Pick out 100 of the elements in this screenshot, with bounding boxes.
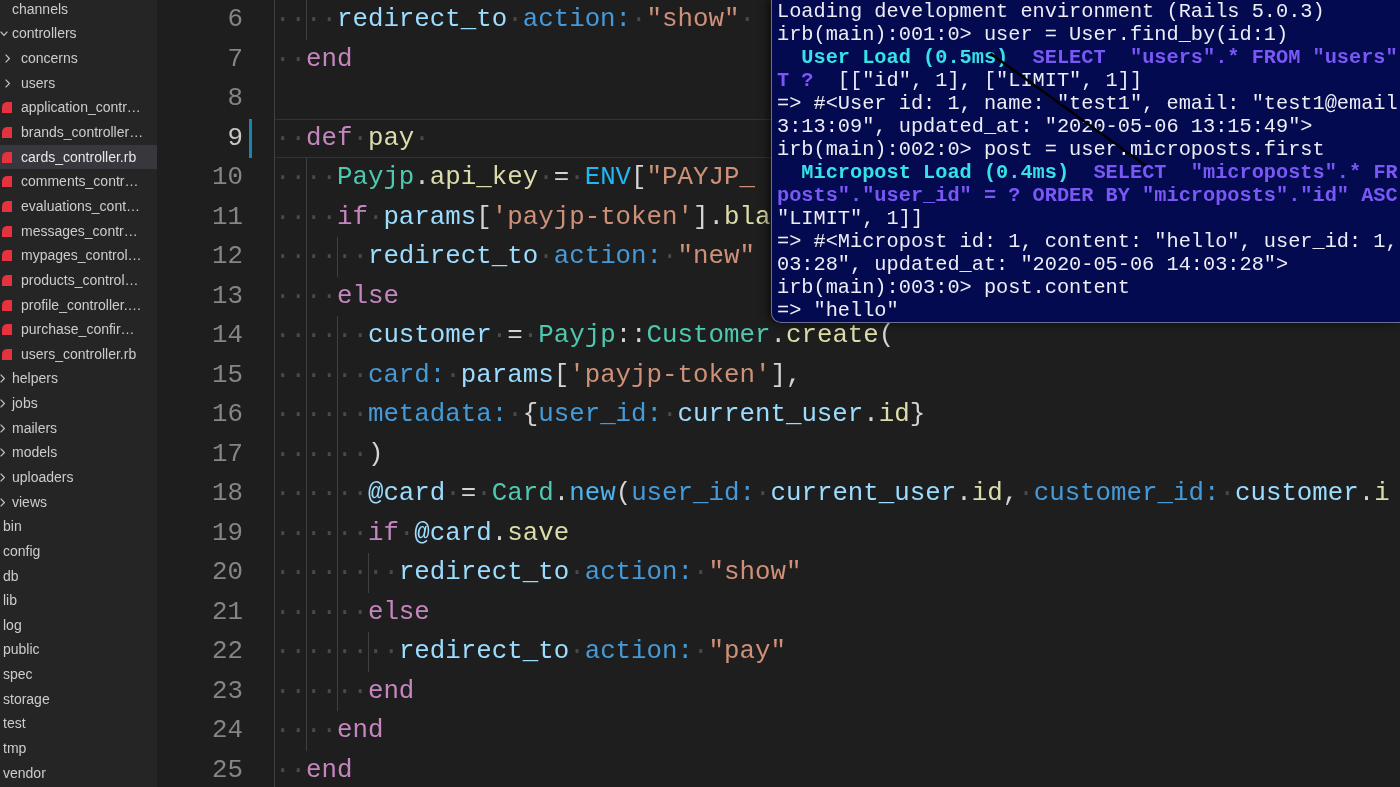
chevron-right-icon[interactable] — [5, 78, 10, 88]
line-number: 24 — [212, 715, 243, 747]
file-type-icon — [2, 299, 12, 311]
tree-item[interactable]: mailers — [0, 415, 157, 441]
tree-item[interactable]: evaluations_cont… — [0, 194, 157, 219]
code-line: ····Payjp.api_key·=·ENV["PAYJP_ — [275, 158, 755, 198]
line-number: 7 — [227, 43, 243, 76]
chevron-down-icon[interactable] — [0, 31, 8, 37]
code-line: ··def·pay· — [275, 122, 430, 155]
tree-item[interactable]: public — [0, 637, 157, 663]
terminal-line: 03:28", updated_at: "2020-05-06 14:03:28"> — [777, 253, 1289, 276]
file-type-icon — [2, 151, 12, 163]
tree-item[interactable]: controllers — [0, 21, 157, 47]
line-number: 21 — [212, 596, 243, 629]
code-line: ······metadata:·{user_id:·current_user.id} — [275, 395, 926, 435]
file-type-icon — [2, 200, 12, 212]
tree-item[interactable]: helpers — [0, 366, 157, 392]
file-type-icon — [2, 274, 12, 286]
tree-item[interactable]: jobs — [0, 391, 157, 416]
tree-item[interactable]: users — [0, 70, 157, 96]
file-type-icon — [2, 348, 12, 360]
code-line: ······if·@card.save — [275, 513, 570, 553]
tree-item[interactable]: concerns — [0, 46, 157, 71]
tree-item[interactable]: models — [0, 440, 157, 466]
code-line: ······@card·=·Card.new(user_id:·current_user.id,·customer_id:·customer.i — [275, 474, 1390, 514]
code-line: ······end — [275, 671, 415, 711]
tree-item[interactable]: lib — [0, 588, 157, 613]
terminal-line: irb(main):003:0> post.content — [777, 276, 1130, 299]
terminal-line: Micropost Load (0.4ms) SELECT "microposts".* FR — [800, 161, 1398, 184]
chevron-right-icon[interactable] — [0, 374, 5, 384]
tree-item[interactable]: config — [0, 539, 157, 564]
terminal-line: T ? [["id", 1], ["LIMIT", 1]] — [777, 69, 1143, 92]
tree-item[interactable]: tmp — [0, 736, 157, 761]
tree-item[interactable]: vendor — [0, 760, 157, 786]
tree-item[interactable]: views — [0, 489, 157, 515]
terminal-line: User Load (0.5ms) SELECT "users".* FROM "users" — [800, 46, 1398, 69]
tree-item[interactable]: products_control… — [0, 268, 157, 293]
code-line: ··end — [275, 754, 353, 787]
line-number: 14 — [212, 320, 243, 352]
code-line: ······card:·params['payjp-token'], — [275, 355, 802, 395]
code-line: ··end — [275, 43, 353, 76]
terminal-line: posts"."user_id" = ? ORDER BY "microposts"."id" ASC — [777, 184, 1398, 207]
line-number: 25 — [212, 754, 243, 787]
file-type-icon — [2, 127, 12, 138]
chevron-right-icon[interactable] — [0, 423, 5, 433]
code-line: ······) — [275, 434, 384, 474]
file-type-icon — [2, 102, 12, 114]
line-number: 12 — [212, 241, 243, 273]
file-type-icon — [2, 176, 12, 188]
code-line: ····if·params['payjp-token'].bla — [275, 197, 771, 237]
tree-item[interactable]: purchase_confir… — [0, 317, 157, 342]
tree-item[interactable]: users_controller.rb — [0, 341, 157, 367]
line-number: 16 — [212, 399, 243, 431]
tree-item[interactable]: uploaders — [0, 465, 157, 490]
line-number: 22 — [212, 636, 243, 668]
tree-item[interactable]: cards_controller.rb — [0, 144, 157, 170]
terminal-line: irb(main):001:0> user = User.find_by(id:1) — [777, 23, 1289, 46]
terminal-line: irb(main):002:0> post = user.microposts.first — [777, 138, 1325, 161]
tree-item[interactable]: comments_contr… — [0, 169, 157, 195]
tree-item[interactable]: db — [0, 563, 157, 589]
chevron-right-icon[interactable] — [0, 497, 5, 507]
file-type-icon — [2, 225, 12, 237]
tree-item[interactable]: brands_controller… — [0, 120, 157, 145]
tree-item[interactable]: messages_contr… — [0, 218, 157, 244]
code-line: ····redirect_to·action:·"show"· — [275, 0, 755, 40]
chevron-right-icon[interactable] — [0, 473, 5, 482]
line-number: 9 — [227, 122, 243, 155]
tree-item[interactable]: application_contr… — [0, 95, 157, 121]
tree-item[interactable]: channels — [0, 0, 157, 22]
line-number: 15 — [212, 359, 243, 392]
terminal-line: 3:13:09", updated_at: "2020-05-06 13:15:49"> — [777, 115, 1313, 138]
tree-item[interactable]: test — [0, 711, 157, 737]
code-line: ········redirect_to·action:·"show" — [275, 553, 802, 593]
code-line: ······else — [275, 592, 430, 632]
tree-item[interactable]: spec — [0, 662, 157, 687]
chevron-right-icon[interactable] — [0, 399, 5, 409]
file-type-icon — [2, 324, 12, 336]
tree-item[interactable]: mypages_control… — [0, 243, 157, 269]
tree-item[interactable]: bin — [0, 514, 157, 540]
tree-item[interactable]: log — [0, 613, 157, 638]
code-line: ····else — [275, 276, 399, 316]
line-number: 10 — [212, 162, 243, 194]
file-type-icon — [2, 250, 12, 262]
terminal-line: Loading development environment (Rails 5.0.3) — [777, 0, 1325, 23]
line-number: 11 — [212, 201, 243, 234]
terminal-line: => #<Micropost id: 1, content: "hello", user_id: 1, — [777, 230, 1398, 253]
chevron-right-icon[interactable] — [5, 54, 10, 64]
code-line: ······redirect_to·action:·"new" — [275, 237, 755, 277]
tree-item[interactable]: storage — [0, 686, 157, 712]
line-number: 17 — [212, 438, 243, 471]
tree-item[interactable]: profile_controller.… — [0, 292, 157, 318]
line-number: 20 — [212, 557, 243, 589]
line-number: 19 — [212, 517, 243, 550]
chevron-right-icon[interactable] — [0, 448, 5, 458]
line-number: 8 — [227, 83, 243, 115]
code-line: ········redirect_to·action:·"pay" — [275, 632, 786, 672]
terminal-line: => #<User id: 1, name: "test1", email: "test1@email — [777, 92, 1398, 115]
line-number: 13 — [212, 280, 243, 313]
line-number: 6 — [227, 4, 243, 36]
terminal-line: "LIMIT", 1]] — [777, 207, 924, 230]
